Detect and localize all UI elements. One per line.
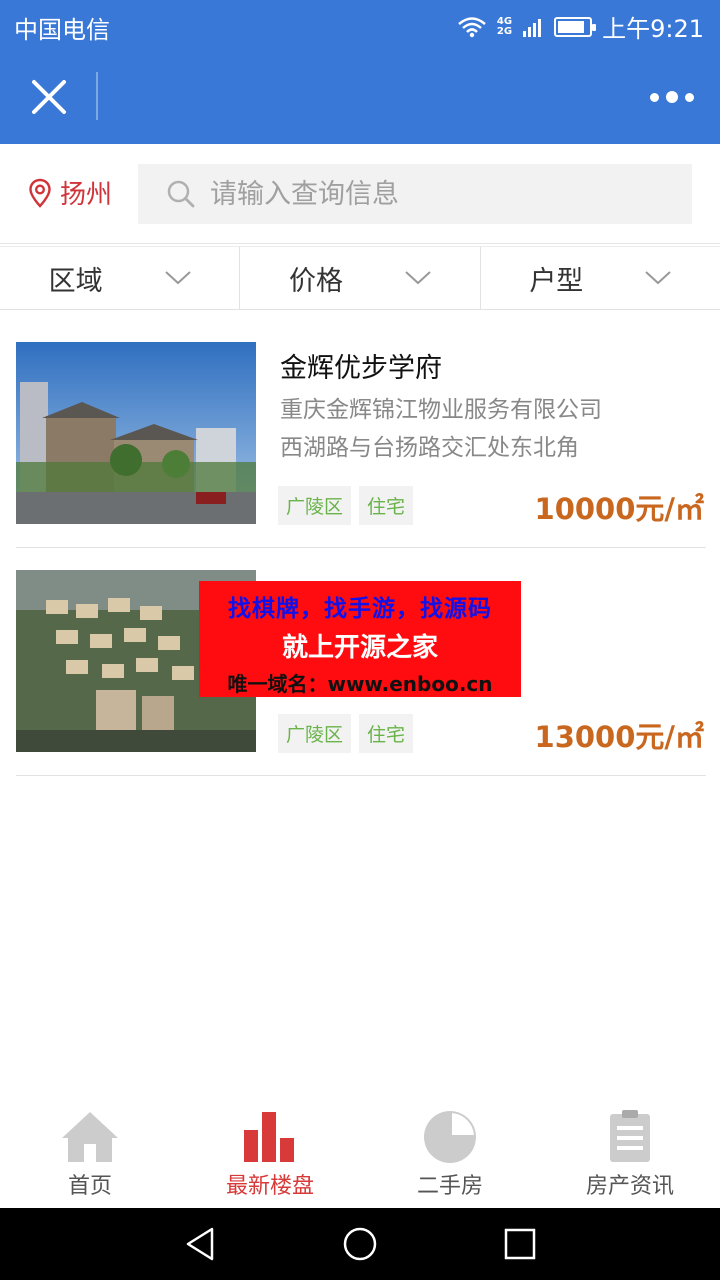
tab-home[interactable]: 首页 (0, 1100, 180, 1208)
listing-address: 西湖路与台扬路交汇处东北角 (280, 435, 579, 461)
ad-line-1: 找棋牌，找手游，找源码 (228, 596, 492, 622)
filter-region[interactable]: 区域 (0, 247, 241, 309)
ad-line-2: 就上开源之家 (281, 633, 438, 663)
signal-bars-icon (523, 18, 542, 37)
property-photo (16, 342, 256, 524)
tab-news[interactable]: 房产资讯 (540, 1100, 720, 1208)
recents-icon[interactable] (502, 1226, 538, 1262)
filter-label: 区域 (48, 265, 103, 297)
filter-bar: 区域 价格 户型 (0, 246, 720, 310)
search-icon (167, 180, 195, 208)
carrier-label: 中国电信 (14, 16, 110, 44)
clock: 上午9:21 (602, 15, 704, 43)
clipboard-icon (610, 1110, 650, 1162)
battery-icon (554, 16, 597, 37)
filter-price[interactable]: 价格 (240, 247, 481, 309)
tab-label: 最新楼盘 (225, 1174, 314, 1199)
signal-indicator: 4G 2G (496, 15, 513, 37)
filter-label: 价格 (288, 265, 343, 297)
title-bar (0, 50, 720, 144)
tab-label: 二手房 (416, 1174, 483, 1199)
battery-level (558, 20, 584, 33)
filter-label: 户型 (529, 265, 584, 297)
tag-type: 住宅 (359, 486, 414, 525)
back-icon[interactable] (182, 1226, 218, 1262)
tab-second-hand[interactable]: 二手房 (360, 1100, 540, 1208)
ad-line-3: 唯一域名：www.enboo.cn (227, 672, 493, 696)
home-circle-icon[interactable] (342, 1226, 378, 1262)
listing-price: 13000元/㎡ (534, 720, 704, 754)
status-bar: 中国电信 4G 2G 上午9:21 (0, 0, 720, 50)
bottom-tab-bar: 首页 最新楼盘 二手房 房产资讯 (0, 1100, 720, 1208)
search-box[interactable] (138, 164, 692, 224)
network-type-label-2: 2G (496, 25, 513, 37)
bar-chart-icon (244, 1112, 294, 1162)
dot (650, 92, 659, 102)
chevron-down-icon (645, 271, 671, 285)
dot (685, 92, 694, 102)
pie-chart-icon (424, 1111, 476, 1163)
tag-district: 广陵区 (278, 486, 352, 525)
chevron-down-icon (164, 271, 191, 285)
close-icon[interactable] (26, 74, 72, 120)
network-type-label: 4G (496, 15, 513, 27)
tab-new-listings[interactable]: 最新楼盘 (180, 1100, 360, 1208)
city-label: 扬州 (60, 180, 113, 210)
location-pin-icon (29, 178, 51, 208)
listing-tags: 广陵区 住宅 (278, 714, 414, 753)
tab-label: 房产资讯 (585, 1174, 674, 1199)
dot (666, 91, 678, 103)
filter-layout[interactable]: 户型 (481, 247, 720, 309)
more-dots-icon[interactable] (650, 86, 694, 108)
search-input[interactable] (210, 178, 670, 210)
status-icons: 4G 2G 上午9:21 (457, 9, 704, 44)
nav-divider (96, 72, 98, 120)
listing-price: 10000元/㎡ (534, 492, 704, 526)
listing-title: 金辉优步学府 (280, 353, 442, 384)
listing-tags: 广陵区 住宅 (278, 486, 414, 525)
tab-label: 首页 (67, 1174, 112, 1199)
tag-type: 住宅 (359, 714, 414, 753)
listing-item[interactable]: 金辉优步学府 重庆金辉锦江物业服务有限公司 西湖路与台扬路交汇处东北角 广陵区 … (16, 342, 706, 548)
system-navigation-bar (0, 1208, 720, 1280)
city-selector[interactable]: 扬州 (28, 174, 112, 211)
ad-banner[interactable]: 找棋牌，找手游，找源码 就上开源之家 唯一域名：www.enboo.cn (199, 581, 521, 697)
home-icon (62, 1112, 118, 1162)
tag-district: 广陵区 (278, 714, 352, 753)
listing-company: 重庆金辉锦江物业服务有限公司 (280, 397, 602, 423)
search-row: 扬州 (0, 144, 720, 244)
wifi-icon (458, 16, 486, 37)
chevron-down-icon (405, 271, 431, 285)
